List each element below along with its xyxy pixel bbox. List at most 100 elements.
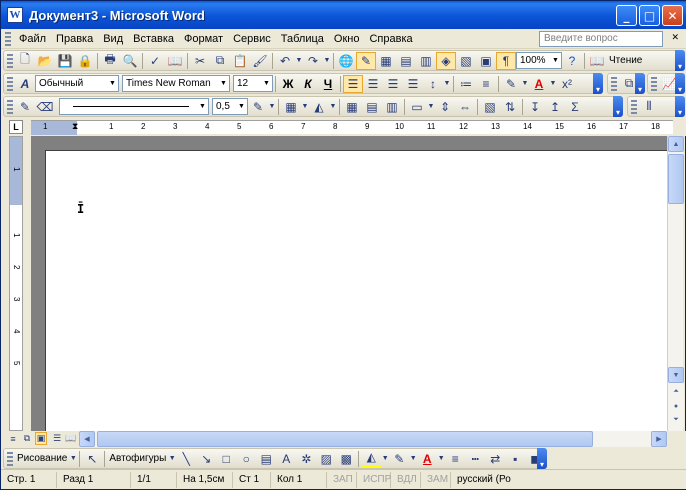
status-column[interactable]: Кол 1 — [271, 471, 327, 488]
text-direction-icon[interactable]: ⇅ — [500, 98, 520, 116]
document-map-icon[interactable]: ▧ — [456, 52, 476, 70]
chevron-down-icon[interactable]: ▼ — [107, 76, 118, 91]
line-spacing-icon[interactable]: ↕ — [423, 75, 443, 93]
diagram-icon[interactable]: ✲ — [296, 450, 316, 468]
menu-insert[interactable]: Вставка — [128, 33, 179, 45]
show-formatting-icon[interactable]: ¶ — [496, 51, 516, 70]
insert-table-icon[interactable]: ▦ — [376, 52, 396, 70]
tables-borders-icon[interactable]: ✎ — [356, 51, 376, 70]
line-color-dropdown-icon[interactable]: ▼ — [409, 450, 417, 468]
toolbar-grip-handle[interactable] — [7, 99, 13, 114]
style-select[interactable]: Обычный ▼ — [35, 75, 119, 92]
scroll-left-icon[interactable]: ◀ — [79, 431, 95, 447]
shadow-style-icon[interactable]: ▪ — [505, 450, 525, 468]
justify-icon[interactable]: ☰ — [403, 75, 423, 93]
sort-descending-icon[interactable]: ↥ — [545, 98, 565, 116]
tab-selector[interactable]: L — [9, 120, 23, 134]
reading-layout-icon[interactable]: 📖 — [587, 52, 607, 70]
print-icon[interactable]: 🖶 — [100, 52, 120, 70]
scroll-up-icon[interactable]: ▲ — [668, 136, 684, 152]
toolbar-options-chevron-icon[interactable]: ▾ — [613, 96, 623, 117]
oval-tool-icon[interactable]: ○ — [236, 450, 256, 468]
font-color-dropdown-icon[interactable]: ▼ — [437, 450, 445, 468]
arrow-tool-icon[interactable]: ↘ — [196, 450, 216, 468]
menu-table[interactable]: Таблица — [276, 33, 329, 45]
redo-icon[interactable]: ↷ — [303, 52, 323, 70]
close-button[interactable]: ✕ — [662, 5, 683, 26]
styles-pane-icon[interactable]: A — [15, 75, 35, 93]
eraser-icon[interactable]: ⌫ — [35, 98, 55, 116]
help-close-icon[interactable]: ✕ — [671, 32, 679, 43]
fill-color-dropdown-icon[interactable]: ▼ — [381, 450, 389, 468]
menu-file[interactable]: Файл — [14, 33, 51, 45]
toolbar-grip-handle[interactable] — [7, 451, 13, 466]
dash-style-icon[interactable]: ┅ — [465, 450, 485, 468]
status-language[interactable]: русский (Ро — [451, 472, 521, 488]
italic-button[interactable]: К — [298, 75, 318, 93]
toolbar-grip-handle[interactable] — [611, 76, 617, 91]
vertical-scroll-thumb[interactable] — [668, 154, 684, 204]
chevron-down-icon[interactable]: ▼ — [236, 99, 247, 114]
columns-icon[interactable]: ⫴ — [639, 98, 659, 116]
drawing-menu[interactable]: Рисование — [15, 453, 69, 464]
undo-icon[interactable]: ↶ — [275, 52, 295, 70]
status-track-changes[interactable]: ИСПР — [357, 471, 391, 488]
vertical-ruler[interactable]: 1 1 2 3 4 5 — [9, 136, 23, 431]
autoformat-table-icon[interactable]: ▧ — [480, 98, 500, 116]
outline-view-icon[interactable]: ☰ — [51, 432, 63, 445]
drawing-icon[interactable]: ◈ — [436, 51, 456, 70]
font-size-select[interactable]: 12 ▼ — [233, 75, 273, 92]
drawing-dropdown-icon[interactable]: ▼ — [69, 450, 77, 468]
align-center-icon[interactable]: ☰ — [363, 75, 383, 93]
title-bar[interactable]: W Документ3 - Microsoft Word _ □ ✕ — [1, 1, 686, 29]
document-page[interactable]: Ī — [45, 150, 667, 431]
word-app-icon[interactable]: W — [7, 7, 23, 23]
status-page[interactable]: Стр. 1 — [1, 471, 57, 488]
menu-edit[interactable]: Правка — [51, 33, 98, 45]
vertical-scrollbar[interactable]: ▲ ▼ ⏶ ● ⏷ — [667, 136, 684, 431]
insert-excel-icon[interactable]: ▤ — [396, 52, 416, 70]
bold-button[interactable]: Ж — [278, 75, 298, 93]
toolbar-grip-handle[interactable] — [7, 53, 13, 68]
research-icon[interactable]: 📖 — [165, 52, 185, 70]
split-cells-icon[interactable]: ▥ — [382, 98, 402, 116]
cut-icon[interactable]: ✂ — [190, 52, 210, 70]
next-page-icon[interactable]: ⏷ — [668, 412, 684, 428]
scroll-right-icon[interactable]: ▶ — [651, 431, 667, 447]
indent-marker-icon[interactable]: ⧗ — [72, 121, 82, 137]
line-tool-icon[interactable]: ╲ — [176, 450, 196, 468]
select-objects-icon[interactable]: ↖ — [82, 450, 102, 468]
align-left-icon[interactable]: ☰ — [343, 74, 363, 93]
scroll-down-icon[interactable]: ▼ — [668, 367, 684, 383]
autoshapes-dropdown-icon[interactable]: ▼ — [168, 450, 176, 468]
highlight-dropdown-icon[interactable]: ▼ — [521, 75, 529, 93]
menu-help[interactable]: Справка — [364, 33, 417, 45]
font-select[interactable]: Times New Roman ▼ — [122, 75, 230, 92]
underline-button[interactable]: Ч — [318, 75, 338, 93]
thumbnails-icon[interactable]: ▣ — [476, 52, 496, 70]
wordart-icon[interactable]: A — [276, 450, 296, 468]
status-record-macro[interactable]: ЗАП — [327, 471, 357, 488]
chevron-down-icon[interactable]: ▼ — [197, 99, 208, 114]
textbox-tool-icon[interactable]: ▤ — [256, 450, 276, 468]
toolbar-options-chevron-icon[interactable]: ▾ — [593, 73, 603, 94]
chevron-down-icon[interactable]: ▼ — [550, 53, 561, 68]
arrow-style-icon[interactable]: ⇄ — [485, 450, 505, 468]
shading-icon[interactable]: ◭ — [309, 98, 329, 116]
insert-table-icon[interactable]: ▦ — [342, 98, 362, 116]
toolbar-grip-handle[interactable] — [631, 99, 637, 114]
menu-view[interactable]: Вид — [98, 33, 128, 45]
print-layout-icon[interactable]: ▣ — [35, 432, 47, 445]
draw-table-icon[interactable]: ✎ — [15, 98, 35, 116]
columns-icon[interactable]: ▥ — [416, 52, 436, 70]
normal-view-icon[interactable]: ≡ — [7, 432, 19, 445]
status-pages[interactable]: 1/1 — [131, 471, 177, 488]
reading-label[interactable]: Чтение — [607, 55, 644, 66]
help-icon[interactable]: ? — [562, 52, 582, 70]
redo-dropdown-icon[interactable]: ▼ — [323, 52, 331, 70]
superscript-icon[interactable]: x² — [557, 75, 577, 93]
menu-grip-handle[interactable] — [5, 31, 11, 46]
chevron-down-icon[interactable]: ▼ — [218, 76, 229, 91]
highlight-icon[interactable]: ✎ — [501, 75, 521, 93]
line-weight-select[interactable]: 0,5 ▼ — [212, 98, 248, 115]
